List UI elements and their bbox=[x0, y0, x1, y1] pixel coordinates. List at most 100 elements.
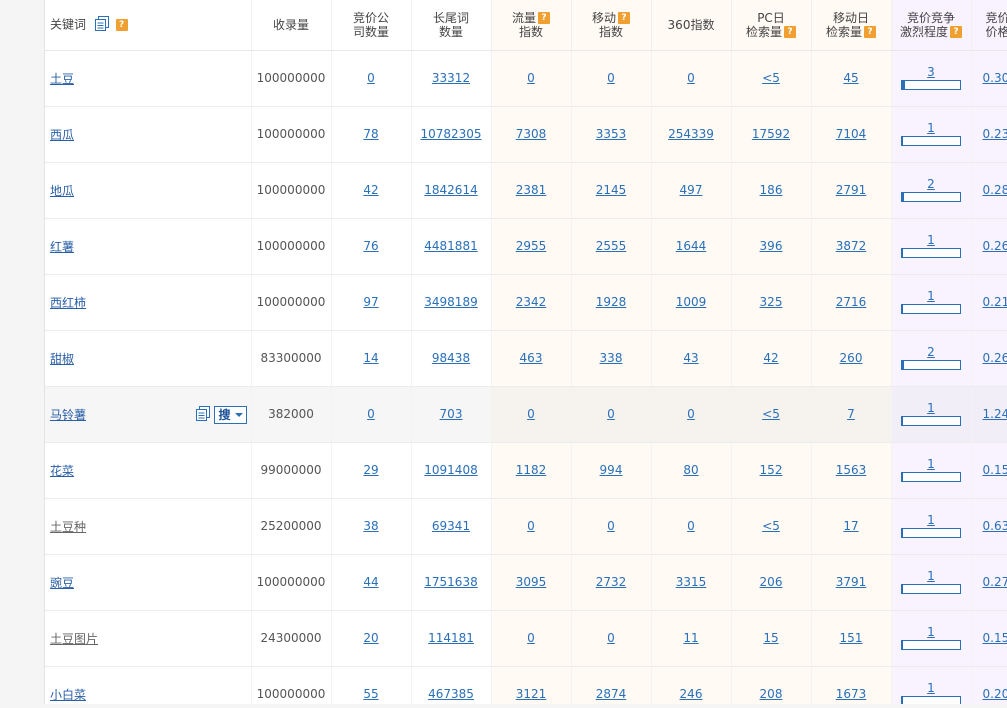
traffic-link[interactable]: 1182 bbox=[516, 463, 547, 477]
keyword-link[interactable]: 土豆图片 bbox=[50, 632, 98, 646]
companies-link[interactable]: 0 bbox=[367, 71, 375, 85]
keyword-link[interactable]: 小白菜 bbox=[50, 688, 86, 702]
price-link[interactable]: 0.63 bbox=[983, 519, 1007, 533]
pc-daily-link[interactable]: 325 bbox=[760, 295, 783, 309]
companies-link[interactable]: 44 bbox=[363, 575, 378, 589]
traffic-link[interactable]: 0 bbox=[527, 407, 535, 421]
help-icon[interactable]: ? bbox=[864, 26, 876, 39]
mobile-link[interactable]: 2555 bbox=[596, 239, 627, 253]
companies-link[interactable]: 55 bbox=[363, 687, 378, 701]
pc-daily-link[interactable]: 42 bbox=[763, 351, 778, 365]
pc-daily-link[interactable]: <5 bbox=[762, 519, 780, 533]
pc-daily-link[interactable]: 206 bbox=[760, 575, 783, 589]
pc-daily-link[interactable]: 208 bbox=[760, 687, 783, 701]
traffic-link[interactable]: 0 bbox=[527, 71, 535, 85]
longtail-link[interactable]: 33312 bbox=[432, 71, 470, 85]
price-link[interactable]: 0.26 bbox=[983, 239, 1007, 253]
longtail-link[interactable]: 1751638 bbox=[424, 575, 477, 589]
idx360-link[interactable]: 497 bbox=[680, 183, 703, 197]
price-link[interactable]: 0.27 bbox=[983, 575, 1007, 589]
keyword-link[interactable]: 甜椒 bbox=[50, 352, 74, 366]
mobile-link[interactable]: 2732 bbox=[596, 575, 627, 589]
price-link[interactable]: 0.26 bbox=[983, 351, 1007, 365]
mobile-daily-link[interactable]: 2716 bbox=[836, 295, 867, 309]
traffic-link[interactable]: 0 bbox=[527, 631, 535, 645]
help-icon[interactable]: ? bbox=[115, 18, 128, 31]
competition-meter[interactable]: 2 bbox=[901, 345, 961, 370]
traffic-link[interactable]: 3095 bbox=[516, 575, 547, 589]
mobile-daily-link[interactable]: 1563 bbox=[836, 463, 867, 477]
pc-daily-link[interactable]: 17592 bbox=[752, 127, 790, 141]
pc-daily-link[interactable]: 186 bbox=[760, 183, 783, 197]
price-link[interactable]: 1.24 bbox=[983, 407, 1007, 421]
pc-daily-link[interactable]: 152 bbox=[760, 463, 783, 477]
mobile-link[interactable]: 0 bbox=[607, 407, 615, 421]
traffic-link[interactable]: 7308 bbox=[516, 127, 547, 141]
competition-meter[interactable]: 2 bbox=[901, 177, 961, 202]
keyword-link[interactable]: 地瓜 bbox=[50, 184, 74, 198]
mobile-daily-link[interactable]: 45 bbox=[843, 71, 858, 85]
traffic-link[interactable]: 3121 bbox=[516, 687, 547, 701]
traffic-link[interactable]: 463 bbox=[520, 351, 543, 365]
price-link[interactable]: 0.20 bbox=[983, 687, 1007, 701]
companies-link[interactable]: 14 bbox=[363, 351, 378, 365]
competition-meter[interactable]: 1 bbox=[901, 121, 961, 146]
companies-link[interactable]: 0 bbox=[367, 407, 375, 421]
longtail-link[interactable]: 114181 bbox=[428, 631, 474, 645]
idx360-link[interactable]: 11 bbox=[683, 631, 698, 645]
idx360-link[interactable]: 0 bbox=[687, 407, 695, 421]
price-link[interactable]: 0.28 bbox=[983, 183, 1007, 197]
idx360-link[interactable]: 246 bbox=[680, 687, 703, 701]
longtail-link[interactable]: 98438 bbox=[432, 351, 470, 365]
longtail-link[interactable]: 1842614 bbox=[424, 183, 477, 197]
competition-meter[interactable]: 1 bbox=[901, 513, 961, 538]
mobile-daily-link[interactable]: 7 bbox=[847, 407, 855, 421]
help-icon[interactable]: ? bbox=[950, 26, 962, 39]
keyword-link[interactable]: 红薯 bbox=[50, 240, 74, 254]
pc-daily-link[interactable]: <5 bbox=[762, 407, 780, 421]
help-icon[interactable]: ? bbox=[784, 26, 796, 39]
companies-link[interactable]: 20 bbox=[363, 631, 378, 645]
pc-daily-link[interactable]: 15 bbox=[763, 631, 778, 645]
keyword-link[interactable]: 豌豆 bbox=[50, 576, 74, 590]
competition-meter[interactable]: 1 bbox=[901, 569, 961, 594]
companies-link[interactable]: 38 bbox=[363, 519, 378, 533]
idx360-link[interactable]: 1644 bbox=[676, 239, 707, 253]
keyword-link[interactable]: 土豆 bbox=[50, 72, 74, 86]
search-dropdown-button[interactable]: 搜 bbox=[214, 405, 247, 424]
help-icon[interactable]: ? bbox=[538, 12, 550, 25]
idx360-link[interactable]: 43 bbox=[683, 351, 698, 365]
mobile-link[interactable]: 1928 bbox=[596, 295, 627, 309]
mobile-daily-link[interactable]: 151 bbox=[840, 631, 863, 645]
mobile-link[interactable]: 0 bbox=[607, 631, 615, 645]
competition-meter[interactable]: 1 bbox=[901, 681, 961, 704]
copy-icon[interactable] bbox=[94, 15, 110, 34]
mobile-link[interactable]: 0 bbox=[607, 71, 615, 85]
companies-link[interactable]: 76 bbox=[363, 239, 378, 253]
competition-meter[interactable]: 3 bbox=[901, 65, 961, 90]
competition-meter[interactable]: 1 bbox=[901, 233, 961, 258]
idx360-link[interactable]: 3315 bbox=[676, 575, 707, 589]
idx360-link[interactable]: 0 bbox=[687, 519, 695, 533]
mobile-link[interactable]: 994 bbox=[600, 463, 623, 477]
competition-meter[interactable]: 1 bbox=[901, 457, 961, 482]
longtail-link[interactable]: 467385 bbox=[428, 687, 474, 701]
keyword-link[interactable]: 西红柿 bbox=[50, 296, 86, 310]
pc-daily-link[interactable]: 396 bbox=[760, 239, 783, 253]
mobile-daily-link[interactable]: 3791 bbox=[836, 575, 867, 589]
traffic-link[interactable]: 2955 bbox=[516, 239, 547, 253]
pc-daily-link[interactable]: <5 bbox=[762, 71, 780, 85]
keyword-link[interactable]: 西瓜 bbox=[50, 128, 74, 142]
mobile-daily-link[interactable]: 7104 bbox=[836, 127, 867, 141]
mobile-daily-link[interactable]: 260 bbox=[840, 351, 863, 365]
companies-link[interactable]: 97 bbox=[363, 295, 378, 309]
longtail-link[interactable]: 1091408 bbox=[424, 463, 477, 477]
mobile-link[interactable]: 338 bbox=[600, 351, 623, 365]
idx360-link[interactable]: 1009 bbox=[676, 295, 707, 309]
help-icon[interactable]: ? bbox=[618, 12, 630, 25]
price-link[interactable]: 0.15 bbox=[983, 631, 1007, 645]
idx360-link[interactable]: 80 bbox=[683, 463, 698, 477]
keyword-link[interactable]: 马铃薯 bbox=[50, 408, 86, 422]
longtail-link[interactable]: 69341 bbox=[432, 519, 470, 533]
price-link[interactable]: 0.30 bbox=[983, 71, 1007, 85]
